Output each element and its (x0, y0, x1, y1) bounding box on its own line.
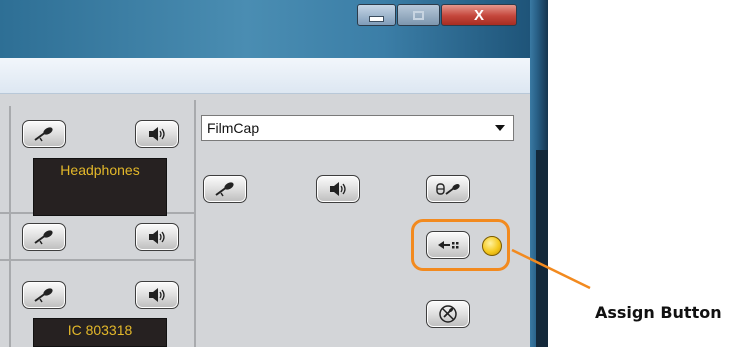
annotation-label: Assign Button (595, 303, 722, 322)
annotation-arrow (511, 248, 591, 290)
